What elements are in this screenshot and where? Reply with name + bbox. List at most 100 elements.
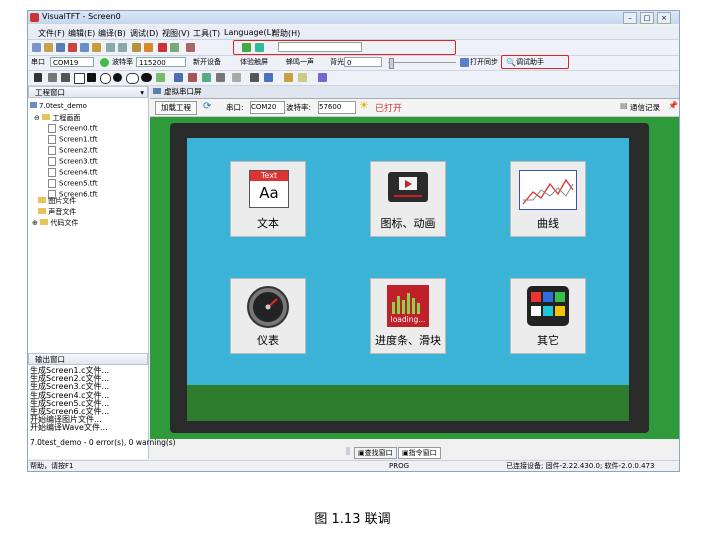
tree-folder-code[interactable]: ⊕ 代码文件 bbox=[32, 218, 78, 228]
rtc-tool-icon[interactable] bbox=[232, 73, 241, 82]
tree-screen-item[interactable]: Screen1.tft bbox=[48, 135, 98, 144]
new-device-button[interactable]: 新开设备 bbox=[193, 57, 221, 68]
slider-tool-icon[interactable] bbox=[188, 73, 197, 82]
tab-find-window[interactable]: ▣查找窗口 bbox=[354, 447, 397, 459]
tree-folder-images[interactable]: 图片文件 bbox=[38, 196, 76, 206]
minimize-button[interactable]: – bbox=[623, 12, 637, 24]
tree-screen-item[interactable]: Screen2.tft bbox=[48, 146, 98, 155]
filled-rectangle-icon[interactable] bbox=[87, 73, 96, 82]
tree-screen-folder[interactable]: ⊖ 工程画面 bbox=[34, 113, 80, 123]
sim-title: 虚拟串口屏 bbox=[164, 87, 202, 96]
tree-screen-label: Screen3.tft bbox=[59, 157, 98, 166]
tool-icon[interactable] bbox=[186, 43, 195, 52]
pointer-icon[interactable] bbox=[34, 73, 42, 82]
tile-icon-animation[interactable]: 图标、动画 bbox=[370, 161, 446, 237]
graph-tool-icon[interactable] bbox=[264, 73, 273, 82]
expand-icon[interactable]: ⊕ bbox=[32, 219, 38, 227]
tile-gauge[interactable]: 仪表 bbox=[230, 278, 306, 354]
download-icon[interactable] bbox=[144, 43, 153, 52]
tile-text[interactable]: Text Aa 文本 bbox=[230, 161, 306, 237]
close-button[interactable]: × bbox=[657, 12, 671, 24]
undo-icon[interactable] bbox=[106, 43, 115, 52]
backlight-input[interactable]: 0 bbox=[344, 57, 382, 67]
ellipse-icon[interactable] bbox=[126, 73, 139, 84]
menu-edit[interactable]: 编辑(E) bbox=[68, 28, 95, 39]
port-select[interactable]: COM19 bbox=[50, 57, 94, 67]
sync-icon[interactable] bbox=[460, 58, 469, 67]
debug-icon[interactable] bbox=[170, 43, 179, 52]
clock-tool-icon[interactable] bbox=[216, 73, 225, 82]
scroll-arrow-icon[interactable] bbox=[346, 447, 350, 455]
figure-caption: 图 1.13 联调 bbox=[314, 512, 391, 527]
sim-baud-label: 波特率: bbox=[286, 103, 312, 112]
grid-icon bbox=[527, 286, 569, 326]
rectangle-icon[interactable] bbox=[74, 73, 85, 84]
pin-icon[interactable]: 📌 bbox=[668, 101, 678, 110]
menu-help[interactable]: 帮助(H) bbox=[272, 28, 300, 39]
command-icon: ▣ bbox=[402, 449, 409, 457]
tree-screen-item[interactable]: Screen4.tft bbox=[48, 168, 98, 177]
build-icon[interactable] bbox=[132, 43, 141, 52]
tile-progress-slider[interactable]: loading... 进度条、滑块 bbox=[370, 278, 446, 354]
tree-screen-item[interactable]: Screen3.tft bbox=[48, 157, 98, 166]
connect-icon[interactable] bbox=[100, 58, 109, 67]
filled-ellipse-icon[interactable] bbox=[141, 73, 152, 82]
copy-icon[interactable] bbox=[80, 43, 89, 52]
menu-view[interactable]: 视图(V) bbox=[162, 28, 190, 39]
progress-icon: loading... bbox=[387, 285, 429, 327]
tree-folder-sounds[interactable]: 声音文件 bbox=[38, 207, 76, 217]
menu-build[interactable]: 编译(B) bbox=[98, 28, 126, 39]
file-icon bbox=[48, 157, 56, 166]
open-icon[interactable] bbox=[44, 43, 53, 52]
color-picker-icon[interactable] bbox=[298, 73, 307, 82]
circle-icon[interactable] bbox=[100, 73, 111, 84]
collapse-icon[interactable]: ⊖ bbox=[34, 114, 40, 122]
tree-screen-item[interactable]: Screen5.tft bbox=[48, 179, 98, 188]
menu-tools[interactable]: 工具(T) bbox=[193, 28, 220, 39]
new-icon[interactable] bbox=[32, 43, 41, 52]
cut-icon[interactable] bbox=[68, 43, 77, 52]
panel-dropdown-icon[interactable]: ▾ bbox=[140, 87, 144, 99]
palette-icon[interactable] bbox=[318, 73, 327, 82]
tab-label: 查找窗口 bbox=[364, 449, 393, 457]
backlight-slider[interactable] bbox=[388, 62, 456, 63]
video-progress bbox=[394, 195, 422, 197]
tree-screen-item[interactable]: Screen0.tft bbox=[48, 124, 98, 133]
redo-icon[interactable] bbox=[118, 43, 127, 52]
sim-port-select[interactable]: COM20 bbox=[250, 101, 285, 114]
title-bar: VisualTFT - Screen0 – □ × bbox=[28, 11, 679, 24]
status-device: 已连接设备; 固件-2.22.430.0; 软件-2.0.0.473 bbox=[506, 462, 655, 470]
baud-select[interactable]: 115200 bbox=[136, 57, 186, 67]
sim-baud-select[interactable]: 57600 bbox=[318, 101, 356, 114]
tile-other[interactable]: 其它 bbox=[510, 278, 586, 354]
beep-button[interactable]: 蜂鸣一声 bbox=[286, 57, 314, 68]
comm-log-button[interactable]: 通信记录 bbox=[630, 102, 660, 113]
folder-icon bbox=[38, 197, 46, 203]
menu-file[interactable]: 文件(F) bbox=[38, 28, 65, 39]
save-icon[interactable] bbox=[56, 43, 65, 52]
curve-tool-icon[interactable] bbox=[61, 73, 70, 82]
menu-language[interactable]: Language(L) bbox=[224, 28, 274, 37]
paste-icon[interactable] bbox=[92, 43, 101, 52]
slider-handle[interactable] bbox=[389, 58, 394, 69]
tab-command-window[interactable]: ▣指令窗口 bbox=[398, 447, 441, 459]
stop-icon[interactable] bbox=[158, 43, 167, 52]
line-icon[interactable] bbox=[48, 73, 57, 82]
gauge-tool-icon[interactable] bbox=[202, 73, 211, 82]
tree-project[interactable]: 7.0test_demo bbox=[30, 102, 87, 110]
button-tool-icon[interactable] bbox=[174, 73, 183, 82]
refresh-icon[interactable]: ⟳ bbox=[203, 101, 211, 112]
tile-curve[interactable]: 曲线 bbox=[510, 161, 586, 237]
experience-touch-button[interactable]: 体验触屏 bbox=[240, 57, 268, 68]
filled-circle-icon[interactable] bbox=[113, 73, 122, 82]
load-project-button[interactable]: 加载工程 bbox=[155, 101, 197, 115]
sync-button[interactable]: 打开同步 bbox=[470, 57, 498, 68]
menu-tool-icon[interactable] bbox=[250, 73, 259, 82]
maximize-button[interactable]: □ bbox=[640, 12, 654, 24]
find-icon: ▣ bbox=[358, 449, 365, 457]
pen-icon[interactable] bbox=[284, 73, 293, 82]
text-tool-icon[interactable] bbox=[156, 73, 165, 82]
tree-folder-label: 声音文件 bbox=[48, 208, 77, 216]
play-triangle-icon bbox=[405, 180, 412, 188]
menu-debug[interactable]: 调试(D) bbox=[130, 28, 158, 39]
